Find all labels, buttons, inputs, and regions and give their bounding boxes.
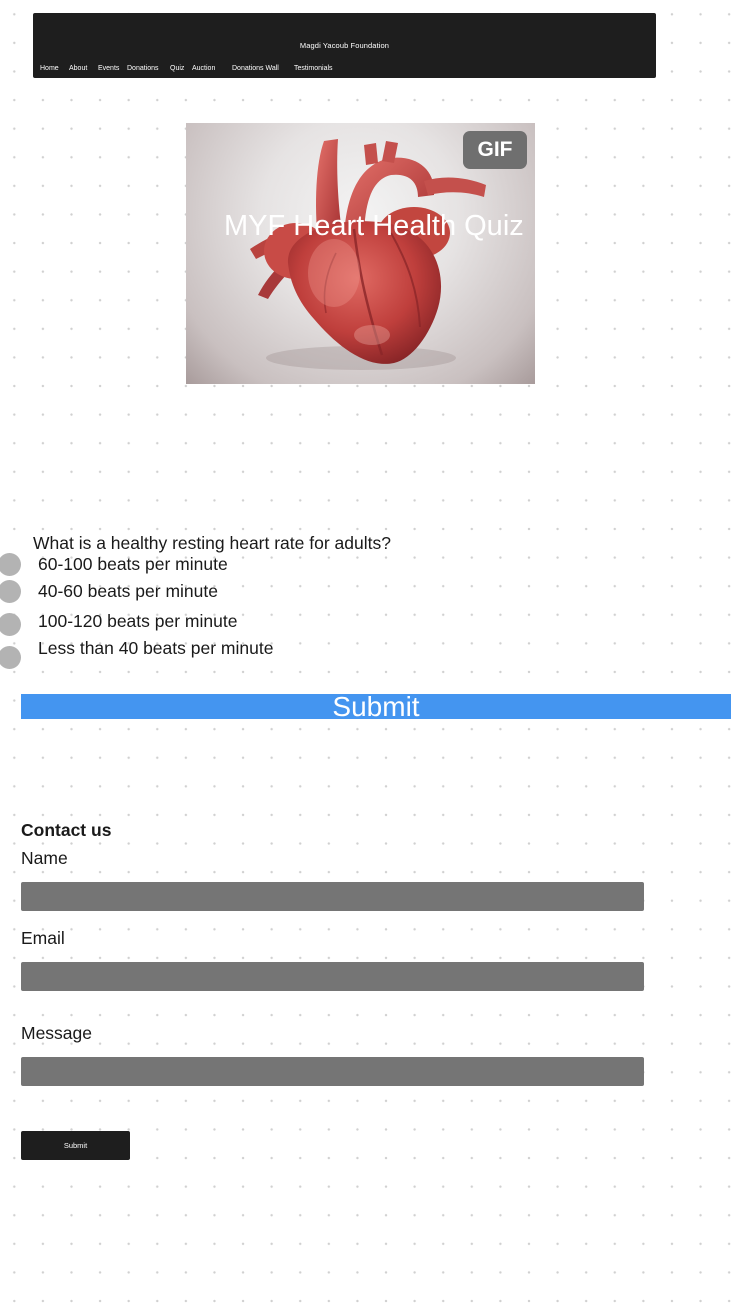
- gif-badge: GIF: [463, 131, 527, 169]
- quiz-hero-title: MYF Heart Health Quiz: [224, 210, 524, 242]
- contact-heading: Contact us: [21, 820, 112, 840]
- message-field[interactable]: [21, 1057, 644, 1086]
- nav-link-donations-wall[interactable]: Donations Wall: [232, 65, 279, 72]
- quiz-option[interactable]: Less than 40 beats per minute: [0, 638, 330, 672]
- nav-link-about[interactable]: About: [69, 65, 87, 72]
- email-label: Email: [21, 928, 65, 948]
- radio-button[interactable]: [0, 580, 21, 603]
- nav-link-home[interactable]: Home: [40, 65, 59, 72]
- quiz-option-label: 60-100 beats per minute: [38, 554, 228, 574]
- message-label: Message: [21, 1023, 93, 1043]
- radio-button[interactable]: [0, 553, 21, 576]
- nav-link-auction[interactable]: Auction: [192, 65, 215, 72]
- quiz-question: What is a healthy resting heart rate for…: [33, 533, 391, 553]
- quiz-option-label: Less than 40 beats per minute: [38, 638, 274, 658]
- name-field[interactable]: [21, 882, 644, 911]
- nav-link-donations[interactable]: Donations: [127, 65, 159, 72]
- radio-button[interactable]: [0, 646, 21, 669]
- quiz-option[interactable]: 60-100 beats per minute: [0, 553, 330, 579]
- quiz-option-label: 100-120 beats per minute: [38, 611, 238, 631]
- top-navbar: Magdi Yacoub Foundation Home About Event…: [33, 13, 656, 78]
- site-brand[interactable]: Magdi Yacoub Foundation: [33, 41, 656, 50]
- name-label: Name: [21, 848, 68, 868]
- quiz-option[interactable]: 100-120 beats per minute: [0, 611, 330, 639]
- radio-button[interactable]: [0, 613, 21, 636]
- quiz-option[interactable]: 40-60 beats per minute: [0, 580, 330, 606]
- contact-submit-button[interactable]: Submit: [21, 1131, 130, 1160]
- quiz-option-label: 40-60 beats per minute: [38, 581, 218, 601]
- quiz-submit-button[interactable]: Submit: [21, 693, 731, 721]
- email-field[interactable]: [21, 962, 644, 991]
- nav-link-testimonials[interactable]: Testimonials: [294, 65, 333, 72]
- nav-link-quiz[interactable]: Quiz: [170, 65, 184, 72]
- nav-link-events[interactable]: Events: [98, 65, 119, 72]
